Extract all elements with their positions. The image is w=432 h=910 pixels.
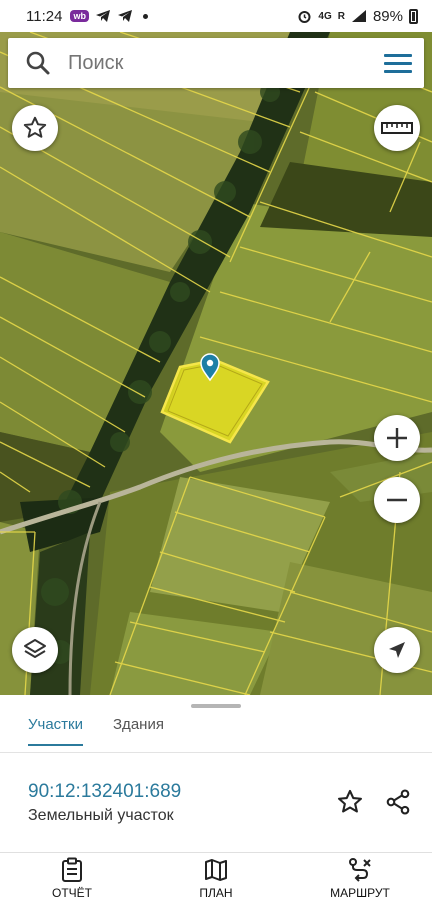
telegram-icon <box>95 10 110 22</box>
share-button[interactable] <box>384 788 412 816</box>
nav-route[interactable]: МАРШРУТ <box>310 857 410 900</box>
parcel-cadastral-number[interactable]: 90:12:132401:689 <box>28 781 181 803</box>
minus-icon <box>387 498 407 502</box>
status-time: 11:24 <box>26 7 63 25</box>
ruler-icon <box>381 122 413 134</box>
bottom-navigation: ОТЧЁТ ПЛАН МАРШРУТ <box>0 852 432 910</box>
alarm-icon <box>298 10 311 23</box>
share-icon <box>386 789 410 815</box>
tab-parcels[interactable]: Участки <box>28 716 83 746</box>
nav-plan-label: ПЛАН <box>199 886 233 900</box>
status-bar: 11:24 wb 4G R 89% <box>0 0 432 32</box>
nav-route-label: МАРШРУТ <box>330 886 390 900</box>
navigation-arrow-icon <box>389 642 405 658</box>
search-bar[interactable] <box>8 38 424 88</box>
search-input[interactable] <box>68 51 372 75</box>
plus-icon <box>387 428 407 448</box>
star-icon <box>337 789 363 813</box>
search-icon[interactable] <box>8 50 68 76</box>
layers-icon <box>24 639 46 658</box>
sheet-drag-handle[interactable] <box>191 704 241 708</box>
telegram-icon <box>117 10 132 22</box>
favorite-parcel-button[interactable] <box>336 788 364 816</box>
satellite-map[interactable] <box>0 32 432 695</box>
menu-icon[interactable] <box>372 38 424 88</box>
route-icon <box>349 858 371 882</box>
parcel-type-label: Земельный участок <box>28 807 174 824</box>
nav-report-label: ОТЧЁТ <box>51 886 92 900</box>
signal-icon <box>351 10 366 22</box>
network-type: 4G <box>318 10 332 22</box>
wb-app-icon: wb <box>70 10 89 22</box>
nav-report[interactable]: ОТЧЁТ <box>22 857 122 900</box>
ruler-button[interactable] <box>374 105 420 151</box>
zoom-out-button[interactable] <box>374 477 420 523</box>
signal-roaming: R <box>337 10 345 22</box>
star-icon <box>23 116 47 138</box>
notification-dot-icon <box>142 13 148 19</box>
favorites-button[interactable] <box>12 105 58 151</box>
battery-icon <box>409 8 418 24</box>
zoom-in-button[interactable] <box>374 415 420 461</box>
layers-button[interactable] <box>12 627 58 673</box>
tab-buildings[interactable]: Здания <box>113 716 164 746</box>
sheet-tabs: Участки Здания <box>0 709 432 753</box>
my-location-button[interactable] <box>374 627 420 673</box>
battery-percent: 89% <box>372 7 403 25</box>
map-plan-icon <box>205 859 227 881</box>
report-icon <box>62 857 82 882</box>
nav-plan[interactable]: ПЛАН <box>166 857 266 900</box>
